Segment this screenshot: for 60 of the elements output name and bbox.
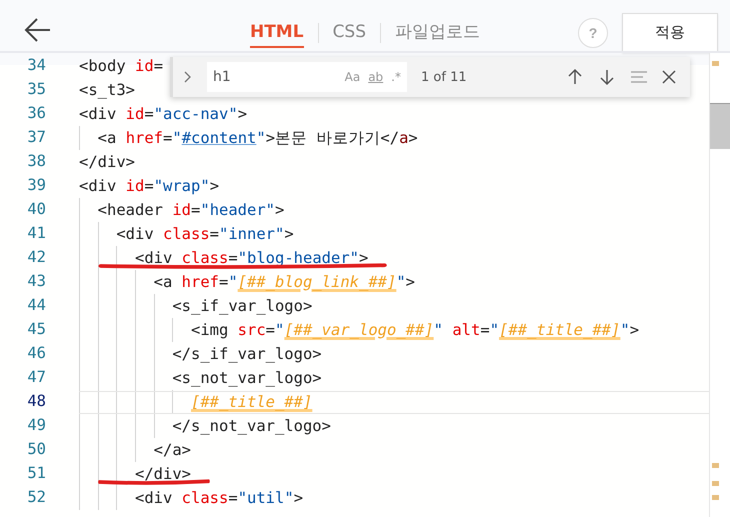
scrollbar[interactable]: [709, 53, 730, 517]
code-line: </s_not_var_logo>: [171, 416, 331, 437]
line-number: 48: [26, 392, 46, 410]
line-number: 50: [26, 440, 46, 458]
find-input[interactable]: h1 Aa ab .*: [207, 62, 407, 92]
line-number: 49: [26, 416, 46, 434]
back-button[interactable]: [24, 16, 52, 42]
code-line: <header id="header">: [96, 200, 284, 221]
line-number: 41: [26, 224, 46, 242]
tab[interactable]: 파일업로드: [395, 16, 480, 49]
overview-mark: [712, 495, 719, 500]
line-number: 45: [26, 320, 46, 338]
search-option[interactable]: .*: [391, 70, 401, 84]
line-number: 51: [26, 464, 46, 482]
code-line: <div class="blog-header">: [79, 246, 396, 270]
line-number: 44: [26, 296, 46, 314]
code-line: <div class="inner">: [115, 224, 294, 245]
line-number: 34: [26, 56, 46, 74]
line-number: 40: [26, 200, 46, 218]
overview-mark: [712, 61, 719, 66]
line-number: 39: [26, 176, 46, 194]
code-line: </s_if_var_logo>: [171, 344, 322, 365]
apply-button[interactable]: 적용: [622, 12, 718, 52]
search-option[interactable]: ab: [368, 70, 384, 84]
tab[interactable]: HTML: [250, 18, 304, 48]
code-line: <div id="wrap">: [79, 176, 220, 197]
help-button[interactable]: ?: [578, 18, 608, 48]
arrow-up-icon[interactable]: [566, 68, 584, 86]
search-option[interactable]: Aa: [344, 70, 360, 84]
chevron-icon[interactable]: [183, 70, 193, 84]
scrollbar-thumb[interactable]: [710, 103, 730, 149]
line-number: 47: [26, 368, 46, 386]
overview-mark: [712, 463, 719, 468]
overview-mark: [712, 481, 719, 486]
back-arrow-icon: [24, 16, 52, 42]
code-line: <s_t3>: [79, 80, 135, 101]
code-line: <img src="[##_var_logo_##]" alt="[##_title_##]">: [190, 320, 640, 341]
code-line: <div id="acc-nav">: [79, 104, 248, 125]
match-count: 1 of 11: [421, 70, 467, 84]
line-number: 38: [26, 152, 46, 170]
line-number: 46: [26, 344, 46, 362]
code-line: <s_not_var_logo>: [171, 368, 322, 389]
line-number: 42: [26, 248, 46, 266]
line-number: 36: [26, 104, 46, 122]
code-line: [##_title_##]: [79, 390, 709, 414]
close-icon[interactable]: [662, 70, 676, 84]
code-line: <div class="util">: [134, 488, 304, 509]
code-line: <s_if_var_logo>: [171, 296, 312, 317]
line-number: 43: [26, 272, 46, 290]
line-number: 37: [26, 128, 46, 146]
code-line: </a>: [152, 440, 191, 461]
line-number: 35: [26, 80, 46, 98]
code-line: <a href="[##_blog_link_##]">: [152, 272, 416, 293]
arrow-down-icon[interactable]: [598, 68, 616, 86]
code-line: </div>: [79, 462, 219, 486]
code-line: <a href="#content">본문 바로가기</a>: [96, 128, 418, 149]
line-number: 52: [26, 488, 46, 506]
tab[interactable]: CSS: [332, 18, 366, 48]
code-line: </div>: [79, 152, 135, 173]
code-line: <body id=: [79, 56, 164, 77]
